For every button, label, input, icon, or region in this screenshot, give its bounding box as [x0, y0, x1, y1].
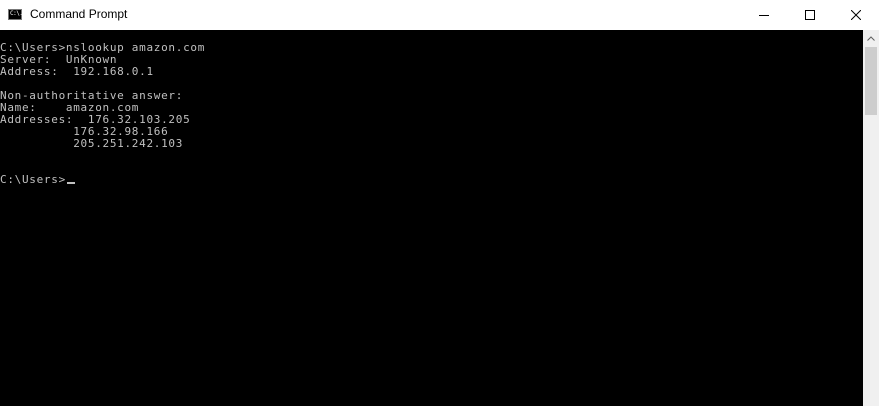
scroll-up-button[interactable]	[863, 30, 879, 46]
maximize-icon	[805, 10, 815, 20]
title-bar[interactable]: C:\. Command Prompt	[0, 0, 879, 30]
console-line: Address: 192.168.0.1	[0, 65, 154, 78]
command-prompt-window: C:\. Command Prompt C:\Users>nslookup am…	[0, 0, 879, 406]
maximize-button[interactable]	[787, 0, 833, 30]
console-output[interactable]: C:\Users>nslookup amazon.com Server: UnK…	[0, 30, 863, 406]
chevron-up-icon	[867, 35, 875, 41]
window-title: Command Prompt	[30, 7, 128, 21]
cmd-icon-label: C:\.	[10, 10, 23, 17]
minimize-button[interactable]	[741, 0, 787, 30]
close-button[interactable]	[833, 0, 879, 30]
cmd-icon[interactable]: C:\.	[8, 9, 23, 20]
scrollbar-thumb[interactable]	[865, 47, 877, 115]
text-cursor	[66, 182, 75, 184]
prompt-text: C:\Users>	[0, 173, 66, 186]
prompt-line[interactable]: C:\Users>	[0, 174, 75, 186]
close-icon	[851, 10, 861, 20]
minimize-icon	[759, 15, 769, 16]
console-line: 205.251.242.103	[0, 137, 184, 150]
vertical-scrollbar[interactable]	[863, 30, 879, 406]
